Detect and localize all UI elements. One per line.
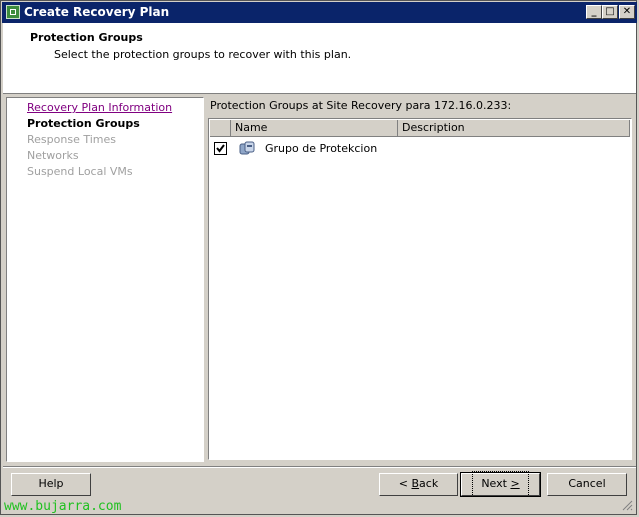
protection-groups-panel: Protection Groups at Site Recovery para … [207, 97, 634, 462]
step-recovery-plan-information[interactable]: Recovery Plan Information [27, 101, 172, 115]
wizard-header: Protection Groups Select the protection … [3, 23, 636, 94]
step-networks: Networks [27, 149, 79, 162]
list-label: Protection Groups at Site Recovery para … [210, 99, 512, 112]
back-button-label: < Back [398, 477, 439, 490]
title-bar[interactable]: Create Recovery Plan _ □ ✕ [2, 2, 637, 23]
protection-group-icon [239, 141, 255, 156]
column-header-check[interactable] [210, 120, 231, 137]
maximize-button[interactable]: □ [602, 5, 618, 19]
app-icon [6, 5, 20, 19]
row-checkbox[interactable] [214, 142, 227, 155]
wizard-steps-panel: Recovery Plan Information Protection Gro… [6, 97, 204, 462]
protection-groups-list[interactable]: Name Description Grupo de Protekcion [208, 118, 632, 460]
next-button[interactable]: Next > [460, 471, 541, 497]
back-button[interactable]: < Back [379, 473, 458, 496]
page-subtitle: Select the protection groups to recover … [54, 48, 352, 61]
page-title: Protection Groups [30, 31, 143, 44]
column-header-name[interactable]: Name [231, 120, 398, 137]
cancel-button-label: Cancel [568, 477, 606, 490]
cancel-button[interactable]: Cancel [547, 473, 627, 496]
close-button[interactable]: ✕ [619, 5, 635, 19]
resize-grip-icon[interactable] [621, 499, 633, 511]
next-button-label: Next > [472, 471, 529, 497]
window-title: Create Recovery Plan [24, 5, 170, 19]
list-item[interactable]: Grupo de Protekcion [210, 139, 630, 158]
footer-divider [3, 466, 636, 468]
column-header-description[interactable]: Description [398, 120, 630, 137]
help-button-label: Help [38, 477, 64, 490]
minimize-button[interactable]: _ [586, 5, 602, 19]
check-icon [216, 144, 225, 153]
row-name: Grupo de Protekcion [265, 142, 378, 155]
wizard-window: Create Recovery Plan _ □ ✕ Protection Gr… [0, 0, 637, 515]
help-button[interactable]: Help [11, 473, 91, 496]
step-suspend-local-vms: Suspend Local VMs [27, 165, 133, 178]
step-response-times: Response Times [27, 133, 116, 146]
step-protection-groups: Protection Groups [27, 117, 140, 130]
watermark: www.bujarra.com [4, 499, 122, 514]
